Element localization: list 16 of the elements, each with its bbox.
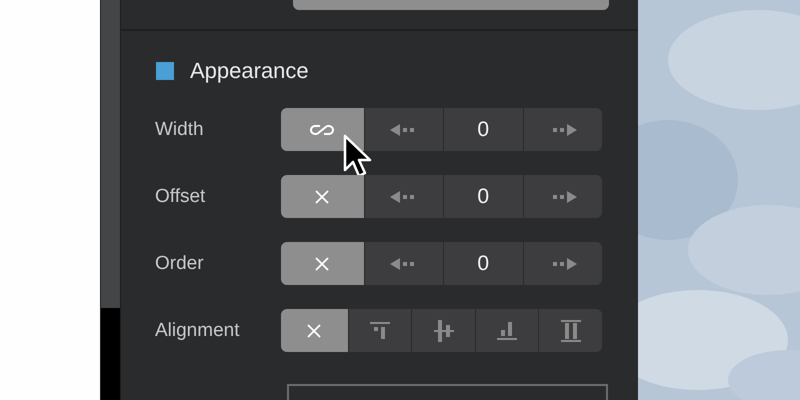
align-stretch-icon: [560, 320, 581, 342]
align-center-icon: [434, 320, 454, 342]
close-icon: [306, 322, 322, 339]
align-top-icon: [370, 322, 390, 340]
value-field[interactable]: 0: [444, 242, 523, 286]
align-bottom-icon: [497, 322, 518, 340]
property-label: Alignment: [155, 320, 240, 342]
input-field[interactable]: [287, 384, 608, 400]
property-label: Order: [155, 252, 205, 275]
value-field[interactable]: 0: [444, 108, 523, 152]
property-label: Offset: [155, 186, 206, 208]
section-title: Appearance: [190, 58, 309, 84]
close-icon: [314, 256, 330, 272]
property-label: Width: [155, 118, 205, 141]
value-field[interactable]: 0: [444, 175, 523, 218]
close-icon: [314, 188, 330, 205]
